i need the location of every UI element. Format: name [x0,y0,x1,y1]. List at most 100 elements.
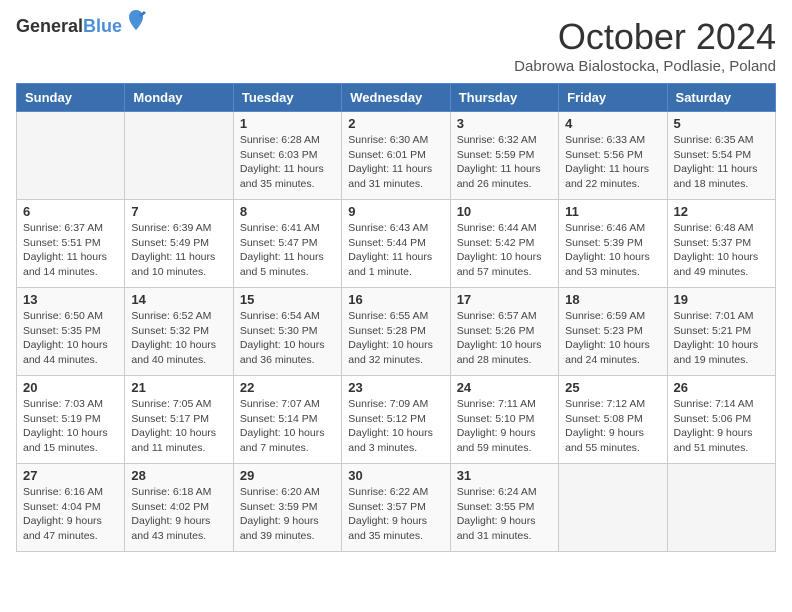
day-info: Sunrise: 7:05 AMSunset: 5:17 PMDaylight:… [131,397,226,456]
page-header: GeneralBlue October 2024 Dabrowa Bialost… [16,16,776,75]
day-info: Sunrise: 6:46 AMSunset: 5:39 PMDaylight:… [565,221,660,280]
day-number: 19 [674,292,769,307]
day-info: Sunrise: 6:22 AMSunset: 3:57 PMDaylight:… [348,485,443,544]
calendar-cell: 7Sunrise: 6:39 AMSunset: 5:49 PMDaylight… [125,200,233,288]
calendar-cell [125,112,233,200]
day-number: 22 [240,380,335,395]
day-number: 29 [240,468,335,483]
day-info: Sunrise: 6:59 AMSunset: 5:23 PMDaylight:… [565,309,660,368]
calendar-cell: 25Sunrise: 7:12 AMSunset: 5:08 PMDayligh… [559,376,667,464]
day-number: 24 [457,380,552,395]
location-title: Dabrowa Bialostocka, Podlasie, Poland [514,58,776,75]
calendar-body: 1 Sunrise: 6:28 AMSunset: 6:03 PMDaylight… [17,112,776,552]
day-number: 26 [674,380,769,395]
day-number: 6 [23,204,118,219]
logo: GeneralBlue [16,16,122,37]
day-number: 30 [348,468,443,483]
day-info: Sunrise: 6:43 AMSunset: 5:44 PMDaylight:… [348,221,443,280]
calendar-cell: 27Sunrise: 6:16 AMSunset: 4:04 PMDayligh… [17,464,125,552]
calendar-cell: 18 Sunrise: 6:59 AMSunset: 5:23 PMDayligh… [559,288,667,376]
calendar-cell: 10 Sunrise: 6:44 AMSunset: 5:42 PMDayligh… [450,200,558,288]
calendar-week-row: 27Sunrise: 6:16 AMSunset: 4:04 PMDayligh… [17,464,776,552]
day-info: Sunrise: 6:32 AMSunset: 5:59 PMDaylight:… [457,133,552,192]
calendar-cell: 19 Sunrise: 7:01 AMSunset: 5:21 PMDayligh… [667,288,775,376]
day-number: 27 [23,468,118,483]
day-number: 1 [240,116,335,131]
day-info: Sunrise: 7:14 AMSunset: 5:06 PMDaylight:… [674,397,769,456]
calendar-cell [17,112,125,200]
weekday-header-sunday: Sunday [17,84,125,112]
day-info: Sunrise: 7:07 AMSunset: 5:14 PMDaylight:… [240,397,335,456]
day-number: 9 [348,204,443,219]
weekday-header-tuesday: Tuesday [233,84,341,112]
day-number: 28 [131,468,226,483]
day-info: Sunrise: 6:48 AMSunset: 5:37 PMDaylight:… [674,221,769,280]
calendar-header-row: SundayMondayTuesdayWednesdayThursdayFrid… [17,84,776,112]
day-number: 12 [674,204,769,219]
title-area: October 2024 Dabrowa Bialostocka, Podlas… [514,16,776,75]
day-info: Sunrise: 7:03 AMSunset: 5:19 PMDaylight:… [23,397,118,456]
day-info: Sunrise: 6:18 AMSunset: 4:02 PMDaylight:… [131,485,226,544]
day-info: Sunrise: 6:37 AMSunset: 5:51 PMDaylight:… [23,221,118,280]
calendar-cell: 12 Sunrise: 6:48 AMSunset: 5:37 PMDayligh… [667,200,775,288]
calendar-week-row: 6 Sunrise: 6:37 AMSunset: 5:51 PMDaylight… [17,200,776,288]
day-number: 2 [348,116,443,131]
calendar-table: SundayMondayTuesdayWednesdayThursdayFrid… [16,83,776,552]
calendar-cell: 30 Sunrise: 6:22 AMSunset: 3:57 PMDayligh… [342,464,450,552]
calendar-cell: 6 Sunrise: 6:37 AMSunset: 5:51 PMDaylight… [17,200,125,288]
day-info: Sunrise: 6:20 AMSunset: 3:59 PMDaylight:… [240,485,335,544]
calendar-cell [667,464,775,552]
calendar-cell: 24Sunrise: 7:11 AMSunset: 5:10 PMDayligh… [450,376,558,464]
day-number: 5 [674,116,769,131]
calendar-cell: 23 Sunrise: 7:09 AMSunset: 5:12 PMDayligh… [342,376,450,464]
day-number: 18 [565,292,660,307]
calendar-cell: 17Sunrise: 6:57 AMSunset: 5:26 PMDayligh… [450,288,558,376]
day-number: 7 [131,204,226,219]
day-number: 23 [348,380,443,395]
day-number: 31 [457,468,552,483]
calendar-cell: 21Sunrise: 7:05 AMSunset: 5:17 PMDayligh… [125,376,233,464]
day-info: Sunrise: 6:55 AMSunset: 5:28 PMDaylight:… [348,309,443,368]
day-info: Sunrise: 6:24 AMSunset: 3:55 PMDaylight:… [457,485,552,544]
month-title: October 2024 [514,16,776,58]
day-number: 16 [348,292,443,307]
calendar-cell: 29 Sunrise: 6:20 AMSunset: 3:59 PMDayligh… [233,464,341,552]
calendar-cell: 1 Sunrise: 6:28 AMSunset: 6:03 PMDaylight… [233,112,341,200]
weekday-header-thursday: Thursday [450,84,558,112]
day-number: 8 [240,204,335,219]
calendar-cell: 15 Sunrise: 6:54 AMSunset: 5:30 PMDayligh… [233,288,341,376]
calendar-cell: 31 Sunrise: 6:24 AMSunset: 3:55 PMDayligh… [450,464,558,552]
day-number: 15 [240,292,335,307]
day-info: Sunrise: 6:28 AMSunset: 6:03 PMDaylight:… [240,133,335,192]
calendar-cell: 13Sunrise: 6:50 AMSunset: 5:35 PMDayligh… [17,288,125,376]
logo-general: General [16,16,83,36]
day-info: Sunrise: 6:54 AMSunset: 5:30 PMDaylight:… [240,309,335,368]
day-number: 13 [23,292,118,307]
day-info: Sunrise: 6:30 AMSunset: 6:01 PMDaylight:… [348,133,443,192]
calendar-cell: 20 Sunrise: 7:03 AMSunset: 5:19 PMDayligh… [17,376,125,464]
logo-blue: Blue [83,16,122,36]
calendar-week-row: 20 Sunrise: 7:03 AMSunset: 5:19 PMDayligh… [17,376,776,464]
calendar-cell: 3 Sunrise: 6:32 AMSunset: 5:59 PMDaylight… [450,112,558,200]
day-number: 4 [565,116,660,131]
day-info: Sunrise: 6:41 AMSunset: 5:47 PMDaylight:… [240,221,335,280]
day-info: Sunrise: 7:01 AMSunset: 5:21 PMDaylight:… [674,309,769,368]
calendar-cell: 22 Sunrise: 7:07 AMSunset: 5:14 PMDayligh… [233,376,341,464]
calendar-cell: 26 Sunrise: 7:14 AMSunset: 5:06 PMDayligh… [667,376,775,464]
day-number: 17 [457,292,552,307]
day-number: 11 [565,204,660,219]
calendar-cell: 11 Sunrise: 6:46 AMSunset: 5:39 PMDayligh… [559,200,667,288]
day-number: 20 [23,380,118,395]
calendar-cell: 28 Sunrise: 6:18 AMSunset: 4:02 PMDayligh… [125,464,233,552]
calendar-cell: 4Sunrise: 6:33 AMSunset: 5:56 PMDaylight… [559,112,667,200]
logo-icon [124,8,148,32]
weekday-header-saturday: Saturday [667,84,775,112]
calendar-cell: 16 Sunrise: 6:55 AMSunset: 5:28 PMDayligh… [342,288,450,376]
day-info: Sunrise: 7:12 AMSunset: 5:08 PMDaylight:… [565,397,660,456]
day-info: Sunrise: 7:09 AMSunset: 5:12 PMDaylight:… [348,397,443,456]
day-info: Sunrise: 6:44 AMSunset: 5:42 PMDaylight:… [457,221,552,280]
day-info: Sunrise: 6:52 AMSunset: 5:32 PMDaylight:… [131,309,226,368]
day-number: 3 [457,116,552,131]
day-number: 10 [457,204,552,219]
calendar-week-row: 1 Sunrise: 6:28 AMSunset: 6:03 PMDaylight… [17,112,776,200]
